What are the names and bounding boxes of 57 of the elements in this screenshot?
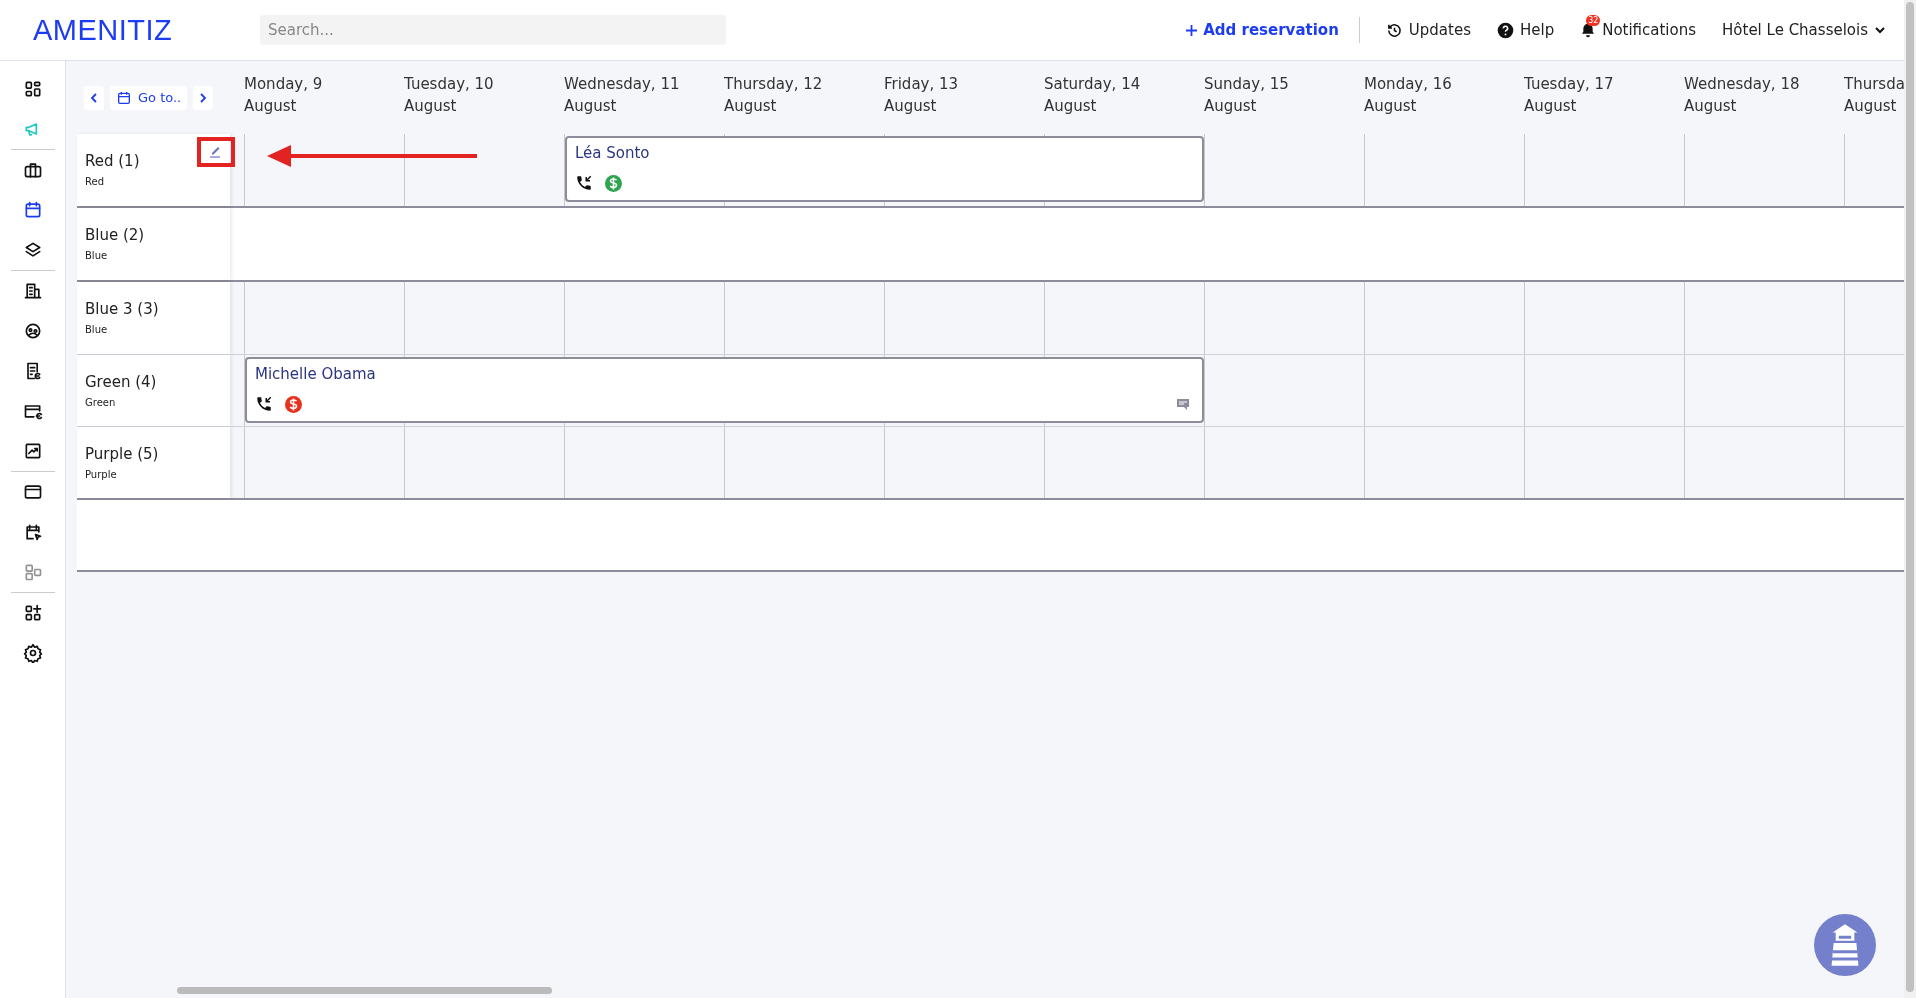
add-widget-icon[interactable] [22,603,43,623]
day-header: Thursda August [1844,74,1905,117]
browser-icon[interactable] [22,482,43,502]
day-header: Monday, 16 August [1364,74,1452,117]
chevron-right-icon [199,92,208,103]
history-icon [1385,21,1403,39]
day-header: Thursday, 12 August [724,74,823,117]
horizontal-scrollbar[interactable] [177,987,552,994]
plus-icon [1186,24,1198,36]
day-header: Friday, 13 August [884,74,959,117]
room-type: Blue [85,250,109,261]
previous-button[interactable] [84,85,104,110]
notification-count: 32 [1586,15,1601,26]
room-name: Blue 3 (3) [85,300,160,318]
day-header: Tuesday, 10 August [404,74,494,117]
add-reservation-link[interactable]: Add reservation [1186,17,1360,43]
settings-icon[interactable] [22,643,43,663]
goto-button[interactable]: Go to.. [110,85,188,110]
comment-icon[interactable] [1176,398,1190,411]
pencil-icon[interactable] [208,144,222,158]
logo[interactable]: AMENITIZ [33,13,260,47]
chevron-left-icon [90,92,98,103]
hotel-dropdown[interactable]: Hôtel Le Chasselois [1722,21,1886,39]
booking-card[interactable]: Michelle Obama [245,357,1204,423]
phone-incoming-icon [255,395,273,413]
room-name: Green (4) [85,373,158,391]
room-type: Purple [85,469,118,480]
next-button[interactable] [193,85,214,110]
booking-card[interactable]: Léa Sonto [565,136,1204,202]
vertical-scrollbar[interactable] [1906,2,1914,992]
day-header: Wednesday, 18 August [1684,74,1800,117]
room-type: Green [85,397,117,408]
day-header: Sunday, 15 August [1204,74,1289,117]
building-icon[interactable] [22,281,43,301]
briefcase-icon[interactable] [22,160,43,180]
room-type: Red [85,176,105,187]
guest-name: Michelle Obama [255,365,377,383]
room-name: Purple (5) [85,445,160,463]
day-header: Wednesday, 11 August [564,74,680,117]
day-header: Tuesday, 17 August [1524,74,1614,117]
layers-icon[interactable] [22,240,43,260]
help-icon [1496,21,1514,39]
room-type: Blue [85,324,109,335]
help-link[interactable]: Help [1496,21,1555,39]
day-header: Monday, 9 August [244,74,323,117]
day-header: Saturday, 14 August [1044,74,1141,117]
guest-name: Léa Sonto [575,144,651,162]
room-name: Blue (2) [85,226,146,244]
phone-incoming-icon [575,174,593,192]
calendar-icon [116,89,132,106]
updates-link[interactable]: Updates [1385,21,1471,39]
lighthouse-help-icon[interactable] [1814,914,1876,976]
chevron-down-icon [1874,24,1886,36]
room-name: Red (1) [85,152,141,170]
annotation-box [197,137,235,167]
search-field[interactable]: Search... [260,15,726,45]
bell-icon [1580,21,1597,39]
